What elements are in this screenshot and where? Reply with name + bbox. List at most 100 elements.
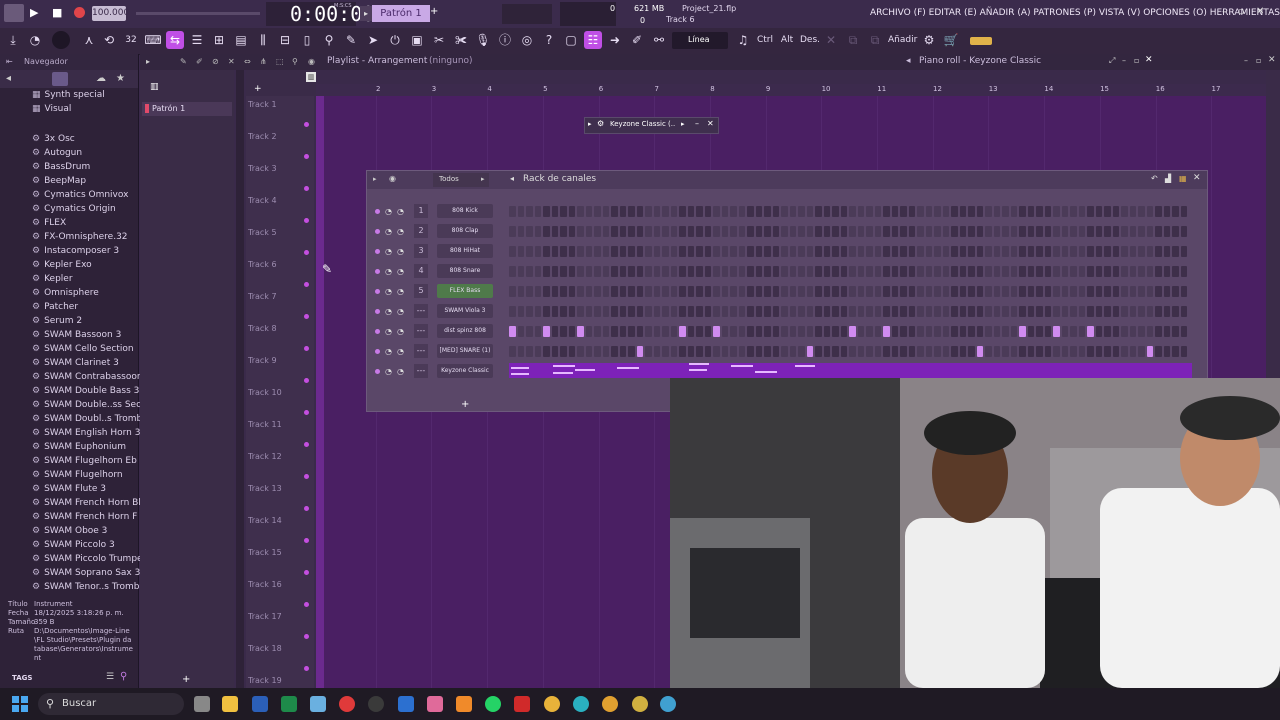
step-button[interactable] bbox=[1078, 226, 1085, 237]
step-button[interactable] bbox=[993, 306, 1000, 317]
step-button[interactable] bbox=[1078, 246, 1085, 257]
step-button[interactable] bbox=[670, 346, 677, 357]
step-button[interactable] bbox=[1129, 346, 1136, 357]
step-button[interactable] bbox=[509, 206, 516, 217]
step-button[interactable] bbox=[1019, 246, 1026, 257]
gauge-icon[interactable]: ◎ bbox=[518, 31, 536, 49]
step-button[interactable] bbox=[1146, 246, 1153, 257]
step-button[interactable] bbox=[594, 326, 601, 337]
step-button[interactable] bbox=[823, 226, 830, 237]
step-button[interactable] bbox=[781, 346, 788, 357]
step-button[interactable] bbox=[755, 266, 762, 277]
channel-name-button[interactable]: FLEX Bass bbox=[437, 284, 493, 298]
step-button[interactable] bbox=[1138, 226, 1145, 237]
step-button[interactable] bbox=[679, 326, 686, 337]
step-button[interactable] bbox=[874, 246, 881, 257]
step-button[interactable] bbox=[1087, 226, 1094, 237]
step-button[interactable] bbox=[560, 206, 567, 217]
fl-studio-icon[interactable] bbox=[427, 696, 443, 712]
channel-led-icon[interactable] bbox=[375, 249, 380, 254]
step-button[interactable] bbox=[925, 266, 932, 277]
typing-keyboard-icon[interactable]: ⌨ bbox=[144, 31, 162, 49]
step-button[interactable] bbox=[976, 206, 983, 217]
step-button[interactable] bbox=[985, 246, 992, 257]
save-icon[interactable]: ▣ bbox=[408, 31, 426, 49]
step-button[interactable] bbox=[679, 226, 686, 237]
step-button[interactable] bbox=[925, 326, 932, 337]
step-button[interactable] bbox=[1180, 206, 1187, 217]
step-button[interactable] bbox=[798, 246, 805, 257]
step-button[interactable] bbox=[823, 266, 830, 277]
step-button[interactable] bbox=[747, 266, 754, 277]
task-view-icon[interactable] bbox=[194, 696, 210, 712]
step-button[interactable] bbox=[645, 346, 652, 357]
browser-filter-icon[interactable] bbox=[52, 72, 68, 86]
step-button[interactable] bbox=[526, 326, 533, 337]
pan-knob-icon[interactable]: ◔ bbox=[385, 227, 392, 236]
step-button[interactable] bbox=[645, 246, 652, 257]
step-button[interactable] bbox=[1078, 326, 1085, 337]
step-button[interactable] bbox=[687, 306, 694, 317]
browser-item[interactable]: ⚙ SWAM Euphonium bbox=[32, 442, 126, 452]
step-button[interactable] bbox=[577, 306, 584, 317]
step-button[interactable] bbox=[1019, 326, 1026, 337]
step-button[interactable] bbox=[645, 226, 652, 237]
step-button[interactable] bbox=[908, 326, 915, 337]
step-button[interactable] bbox=[1070, 246, 1077, 257]
step-button[interactable] bbox=[1078, 266, 1085, 277]
track-mute-led[interactable] bbox=[304, 186, 309, 191]
volume-knob-icon[interactable]: ◔ bbox=[397, 327, 404, 336]
step-button[interactable] bbox=[534, 346, 541, 357]
browser-back-icon[interactable]: ◂ bbox=[6, 73, 11, 84]
step-button[interactable] bbox=[968, 226, 975, 237]
step-button[interactable] bbox=[857, 306, 864, 317]
step-button[interactable] bbox=[602, 326, 609, 337]
step-button[interactable] bbox=[934, 266, 941, 277]
step-button[interactable] bbox=[883, 226, 890, 237]
step-button[interactable] bbox=[526, 346, 533, 357]
step-button[interactable] bbox=[619, 306, 626, 317]
channel-led-icon[interactable] bbox=[375, 229, 380, 234]
step-button[interactable] bbox=[781, 326, 788, 337]
step-button[interactable] bbox=[968, 246, 975, 257]
step-button[interactable] bbox=[619, 266, 626, 277]
mini-arrow-icon[interactable]: ▸ bbox=[588, 120, 592, 128]
step-button[interactable] bbox=[1146, 346, 1153, 357]
step-button[interactable] bbox=[866, 306, 873, 317]
track-label[interactable]: Track 15 bbox=[248, 548, 282, 557]
main-menu[interactable]: ARCHIVO (F) EDITAR (E) AÑADIR (A) PATRON… bbox=[870, 8, 1280, 18]
step-button[interactable] bbox=[747, 306, 754, 317]
step-button[interactable] bbox=[1044, 306, 1051, 317]
piano-roll-title[interactable]: Piano roll - Keyzone Classic bbox=[919, 56, 1041, 66]
track-label[interactable]: Track 13 bbox=[248, 484, 282, 493]
step-button[interactable] bbox=[517, 306, 524, 317]
step-button[interactable] bbox=[1002, 226, 1009, 237]
step-button[interactable] bbox=[891, 346, 898, 357]
track-mute-led[interactable] bbox=[304, 474, 309, 479]
step-button[interactable] bbox=[1104, 326, 1111, 337]
step-button[interactable] bbox=[577, 266, 584, 277]
browser-item[interactable]: ⚙ Kepler Exo bbox=[32, 260, 92, 270]
step-button[interactable] bbox=[636, 266, 643, 277]
step-button[interactable] bbox=[662, 246, 669, 257]
step-button[interactable] bbox=[1095, 306, 1102, 317]
channel-row[interactable]: ◔ ◔ 3 808 HiHat bbox=[367, 244, 1205, 262]
step-button[interactable] bbox=[534, 206, 541, 217]
step-button[interactable] bbox=[1036, 346, 1043, 357]
step-button[interactable] bbox=[628, 306, 635, 317]
step-button[interactable] bbox=[1112, 246, 1119, 257]
step-sequencer[interactable] bbox=[509, 266, 1192, 278]
step-button[interactable] bbox=[1172, 286, 1179, 297]
step-button[interactable] bbox=[900, 346, 907, 357]
track-mute-led[interactable] bbox=[304, 666, 309, 671]
step-button[interactable] bbox=[1163, 286, 1170, 297]
step-button[interactable] bbox=[534, 306, 541, 317]
browser-item[interactable]: ⚙ Instacomposer 3 bbox=[32, 246, 119, 256]
browser-item[interactable]: ⚙ FLEX bbox=[32, 218, 66, 228]
mini-gear-icon[interactable]: ⚙ bbox=[597, 119, 604, 128]
word-icon[interactable] bbox=[252, 696, 268, 712]
step-button[interactable] bbox=[1053, 206, 1060, 217]
step-button[interactable] bbox=[951, 246, 958, 257]
step-button[interactable] bbox=[789, 206, 796, 217]
step-button[interactable] bbox=[1112, 226, 1119, 237]
